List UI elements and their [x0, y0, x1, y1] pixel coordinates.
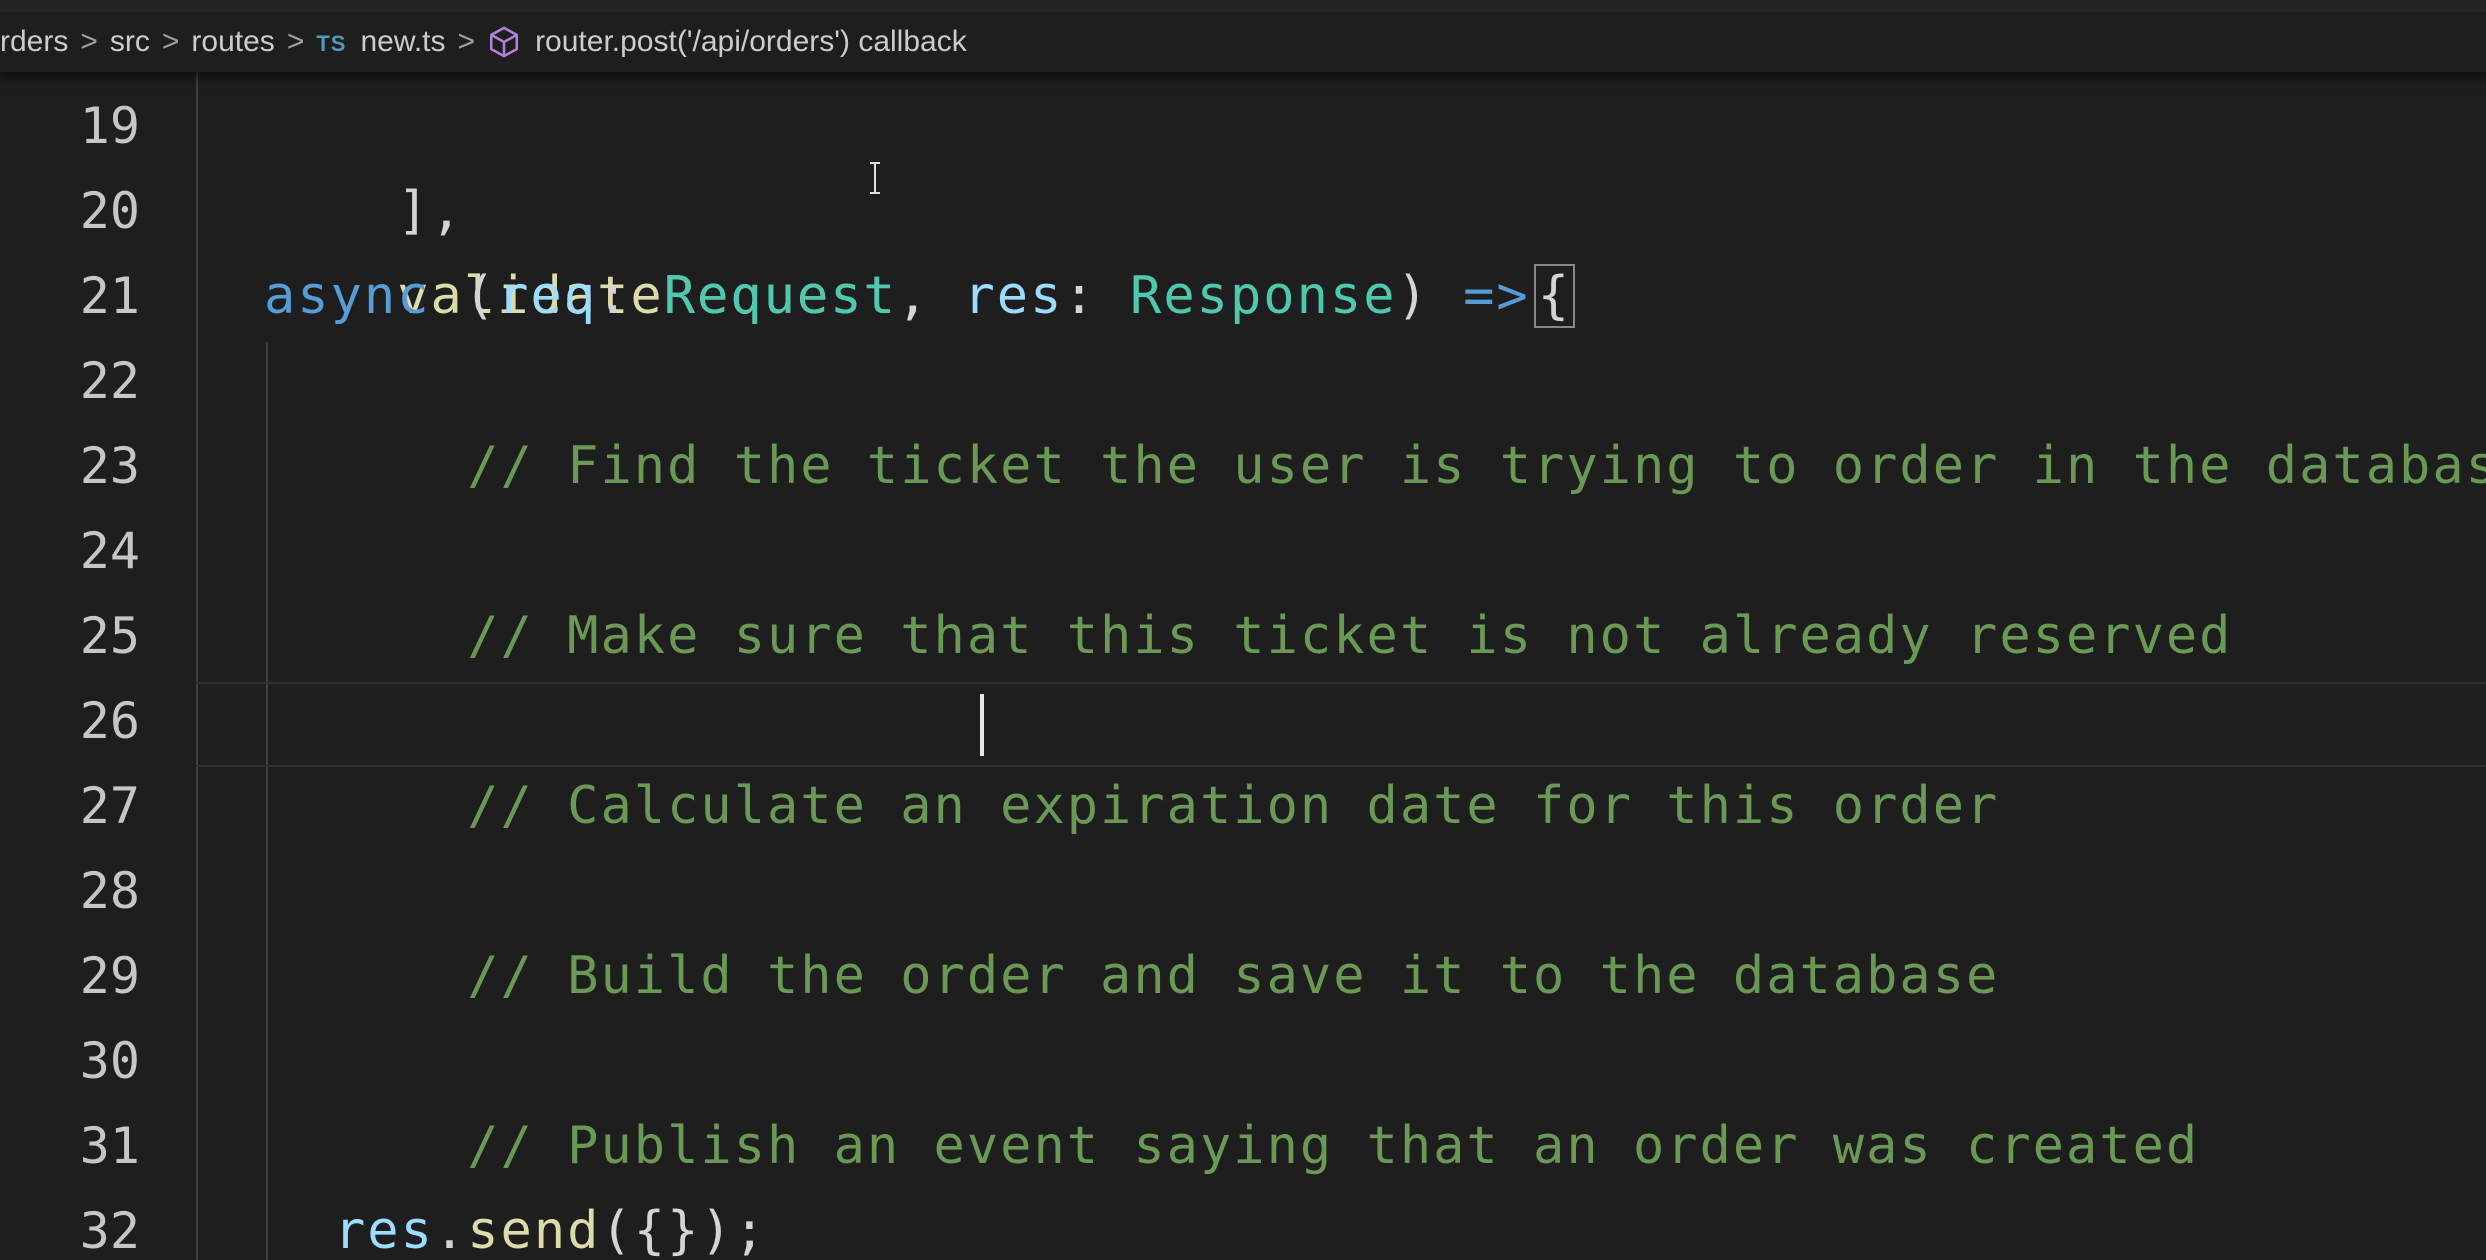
- code-token: :: [1063, 266, 1131, 326]
- chevron-right-icon: >: [80, 25, 98, 58]
- line-number: 21: [79, 267, 140, 325]
- typescript-file-icon: TS: [316, 31, 347, 56]
- code-token: ({});: [600, 1201, 768, 1260]
- line-number: 24: [79, 522, 140, 580]
- code-line-24: // Make sure that this ticket is not alr…: [334, 509, 2233, 666]
- line-number: 23: [79, 437, 140, 495]
- code-line-32: res.send({});: [334, 1189, 767, 1260]
- code-comment: // Build the order and save it to the da…: [467, 946, 2000, 1006]
- code-comment: // Find the ticket the user is trying to…: [467, 436, 2486, 496]
- code-token-param: req: [497, 266, 598, 326]
- code-line-22: // Find the ticket the user is trying to…: [334, 339, 2486, 496]
- line-number: 29: [79, 947, 140, 1005]
- code-token: .: [433, 1201, 468, 1260]
- code-token: ,: [896, 266, 964, 326]
- code-comment: // Calculate an expiration date for this…: [467, 776, 2000, 836]
- code-comment: // Publish an event saying that an order…: [467, 1116, 2200, 1176]
- code-line-20: validateRequest,: [264, 169, 930, 326]
- code-token-arrow: =>: [1463, 266, 1530, 326]
- code-token-param: res: [963, 266, 1064, 326]
- line-number: 28: [79, 862, 140, 920]
- breadcrumb-symbol-label: router.post('/api/orders') callback: [535, 25, 967, 58]
- chevron-right-icon: >: [286, 25, 305, 58]
- code-line-28: // Build the order and save it to the da…: [334, 849, 1999, 1006]
- code-line-26: // Calculate an expiration date for this…: [334, 679, 1999, 836]
- indent-guide: [266, 342, 268, 1260]
- breadcrumb-file-name: new.ts: [360, 25, 446, 58]
- chevron-right-icon: >: [457, 25, 476, 58]
- line-number: 19: [79, 97, 140, 155]
- line-number: 30: [79, 1032, 140, 1090]
- line-number: 31: [79, 1117, 140, 1175]
- code-line-21: async (req: Request, res: Response) =>{: [264, 254, 1576, 339]
- breadcrumb-item-symbol[interactable]: router.post('/api/orders') callback: [487, 25, 967, 59]
- cube-icon: [490, 26, 519, 58]
- breadcrumb-item-orders[interactable]: rders: [0, 25, 68, 59]
- line-number: 25: [79, 607, 140, 665]
- code-comment: // Make sure that this ticket is not alr…: [467, 606, 2233, 666]
- breadcrumb-item-routes[interactable]: routes: [191, 25, 274, 59]
- line-number: 26: [79, 692, 140, 750]
- code-token-type: Response: [1130, 266, 1397, 326]
- title-bar-strip: [0, 0, 2486, 12]
- code-token-type: Request: [663, 266, 897, 326]
- code-token: :: [597, 266, 664, 326]
- code-token-keyword: async: [264, 266, 431, 326]
- breadcrumb-item-file[interactable]: TS new.ts: [316, 25, 445, 59]
- line-number: 32: [79, 1202, 140, 1260]
- ibeam-cursor-icon: [870, 162, 880, 194]
- code-token-object: res: [334, 1201, 434, 1260]
- code-token-function: send: [467, 1201, 601, 1260]
- code-token: ): [1396, 266, 1464, 326]
- chevron-right-icon: >: [161, 25, 180, 58]
- breadcrumb: rders > src > routes > TS new.ts > router…: [0, 12, 2486, 72]
- code-token: (: [430, 266, 498, 326]
- code-line-30: // Publish an event saying that an order…: [334, 1019, 2199, 1176]
- line-number: 20: [79, 182, 140, 240]
- breadcrumb-item-src[interactable]: src: [110, 25, 150, 59]
- bracket-match: {: [1533, 264, 1576, 328]
- text-caret: [980, 694, 984, 756]
- line-number: 22: [79, 352, 140, 410]
- code-line-19: ],: [264, 84, 464, 241]
- indent-guide: [196, 72, 198, 1260]
- code-editor[interactable]: 19 20 21 22 23 24 25 26 27 28 29 30 31 3…: [0, 72, 2486, 1260]
- line-number: 27: [79, 777, 140, 835]
